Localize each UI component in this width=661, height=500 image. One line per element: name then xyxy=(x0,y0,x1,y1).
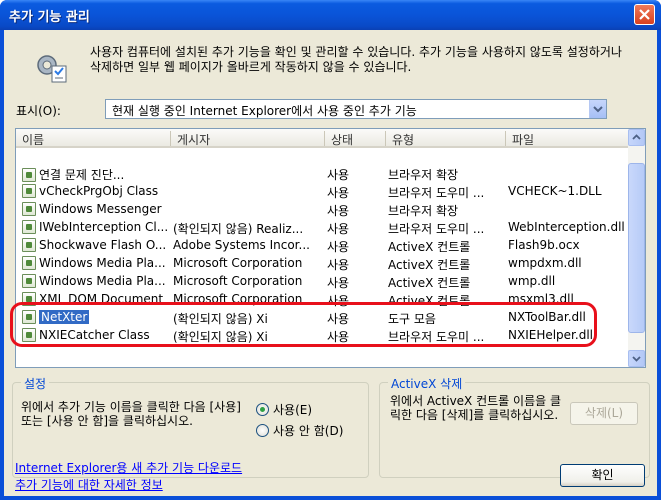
add-on-type: ActiveX 컨트롤 xyxy=(388,258,471,272)
radio-selected-icon xyxy=(256,403,269,416)
add-on-type: 브라우저 도우미 ... xyxy=(388,222,485,236)
add-on-name: Windows Media Pla... xyxy=(39,256,166,270)
column-type[interactable]: 유형 xyxy=(386,131,506,147)
column-file[interactable]: 파일 xyxy=(506,131,628,147)
add-on-type: ActiveX 컨트롤 xyxy=(388,276,471,290)
add-on-status: 사용 xyxy=(327,204,350,218)
add-ons-info-link[interactable]: 추가 기능에 대한 자세한 정보 xyxy=(15,476,163,493)
add-on-publisher: Adobe Systems Incor... xyxy=(173,238,310,252)
disable-label: 사용 안 함(D) xyxy=(273,424,344,438)
add-on-type: 브라우저 확장 xyxy=(388,168,459,182)
disable-radio[interactable]: 사용 안 함(D) xyxy=(256,422,343,439)
add-ons-gear-icon xyxy=(37,55,67,83)
add-on-name: Windows Media Pla... xyxy=(39,274,166,288)
column-publisher[interactable]: 게시자 xyxy=(171,131,325,147)
add-on-status: 사용 xyxy=(327,186,350,200)
add-on-status: 사용 xyxy=(327,276,350,290)
add-on-status: 사용 xyxy=(327,222,350,236)
show-dropdown-value: 현재 실행 중인 Internet Explorer에서 사용 중인 추가 기능 xyxy=(112,104,417,118)
column-status[interactable]: 상태 xyxy=(325,131,386,147)
dialog-body: 사용자 컴퓨터에 설치된 추가 기능을 확인 및 관리할 수 있습니다. 추가 … xyxy=(4,30,657,496)
table-row[interactable]: Windows Media Pla... Microsoft Corporati… xyxy=(16,272,628,290)
radio-unselected-icon xyxy=(256,424,269,437)
add-on-file: Flash9b.ocx xyxy=(508,238,580,252)
ok-button[interactable]: 확인 xyxy=(560,464,645,487)
show-dropdown[interactable]: 현재 실행 중인 Internet Explorer에서 사용 중인 추가 기능 xyxy=(105,99,607,119)
list-header: 이름 게시자 상태 유형 파일 xyxy=(16,129,628,148)
header-description: 사용자 컴퓨터에 설치된 추가 기능을 확인 및 관리할 수 있습니다. 추가 … xyxy=(90,45,622,74)
add-on-name: Windows Messenger xyxy=(39,202,162,216)
dropdown-button[interactable] xyxy=(589,100,606,118)
title-bar: 추가 기능 관리 xyxy=(0,0,661,30)
chevron-down-icon xyxy=(632,356,641,362)
chevron-up-icon xyxy=(632,134,641,140)
add-on-type: ActiveX 컨트롤 xyxy=(388,240,471,254)
add-on-file: wmpdxm.dll xyxy=(508,256,582,270)
add-on-name: IWebInterception Cl... xyxy=(39,220,169,234)
add-on-icon xyxy=(22,202,36,216)
add-on-icon xyxy=(22,220,36,234)
red-highlight-annotation xyxy=(10,302,597,347)
add-on-name: vCheckPrgObj Class xyxy=(39,184,159,198)
add-on-file: wmp.dll xyxy=(508,274,556,288)
add-on-icon xyxy=(22,184,36,198)
add-on-icon xyxy=(22,256,36,270)
table-row[interactable]: vCheckPrgObj Class 사용 브라우저 도우미 ... VCHEC… xyxy=(16,182,628,200)
add-on-publisher: Microsoft Corporation xyxy=(173,256,303,270)
delete-button[interactable]: 삭제(L) xyxy=(570,402,638,425)
settings-description: 위에서 추가 기능 이름을 클릭한 다음 [사용] 또는 [사용 안 함]을 클… xyxy=(21,400,241,428)
chevron-down-icon xyxy=(593,106,603,113)
scroll-down-button[interactable] xyxy=(628,350,645,367)
window-title: 추가 기능 관리 xyxy=(9,10,90,25)
enable-radio[interactable]: 사용(E) xyxy=(256,401,312,418)
download-add-ons-link[interactable]: Internet Explorer용 새 추가 기능 다운로드 xyxy=(15,459,242,476)
close-button[interactable] xyxy=(634,4,655,25)
enable-label: 사용(E) xyxy=(273,403,313,417)
close-icon xyxy=(639,9,650,20)
table-row[interactable]: Windows Media Pla... Microsoft Corporati… xyxy=(16,254,628,272)
add-ons-window: 추가 기능 관리 사용자 컴퓨터에 설치된 추가 기능을 확인 및 관리할 수 … xyxy=(0,0,661,500)
add-on-type: 브라우저 확장 xyxy=(388,204,459,218)
add-on-name: Shockwave Flash O... xyxy=(39,238,167,252)
show-label: 표시(O): xyxy=(16,104,61,118)
add-on-status: 사용 xyxy=(327,240,350,254)
activex-title: ActiveX 삭제 xyxy=(388,375,466,392)
activex-description: 위에서 ActiveX 컨트롤 이름을 클릭한 다음 [삭제]를 클릭하십시오. xyxy=(390,394,561,422)
vertical-scrollbar[interactable] xyxy=(628,129,645,367)
settings-title: 설정 xyxy=(21,375,50,392)
add-on-publisher: (확인되지 않음) Realiz... xyxy=(173,222,304,236)
table-row[interactable]: Shockwave Flash O... Adobe Systems Incor… xyxy=(16,236,628,254)
add-on-icon xyxy=(22,238,36,252)
table-row[interactable]: Windows Messenger 사용 브라우저 확장 xyxy=(16,200,628,218)
table-row[interactable]: IWebInterception Cl... (확인되지 않음) Realiz.… xyxy=(16,218,628,236)
add-on-name: 연결 문제 진단... xyxy=(39,168,125,182)
column-name[interactable]: 이름 xyxy=(16,131,171,147)
add-on-status: 사용 xyxy=(327,258,350,272)
add-on-file: VCHECK~1.DLL xyxy=(508,184,602,198)
scroll-up-button[interactable] xyxy=(628,129,645,146)
add-on-publisher: Microsoft Corporation xyxy=(173,274,303,288)
add-on-status: 사용 xyxy=(327,168,350,182)
add-on-file: WebInterception.dll xyxy=(508,220,625,234)
add-on-type: 브라우저 도우미 ... xyxy=(388,186,485,200)
scroll-thumb[interactable] xyxy=(628,163,645,333)
add-on-icon xyxy=(22,168,36,182)
add-on-icon xyxy=(22,274,36,288)
table-row[interactable]: 연결 문제 진단... 사용 브라우저 확장 xyxy=(16,164,628,182)
